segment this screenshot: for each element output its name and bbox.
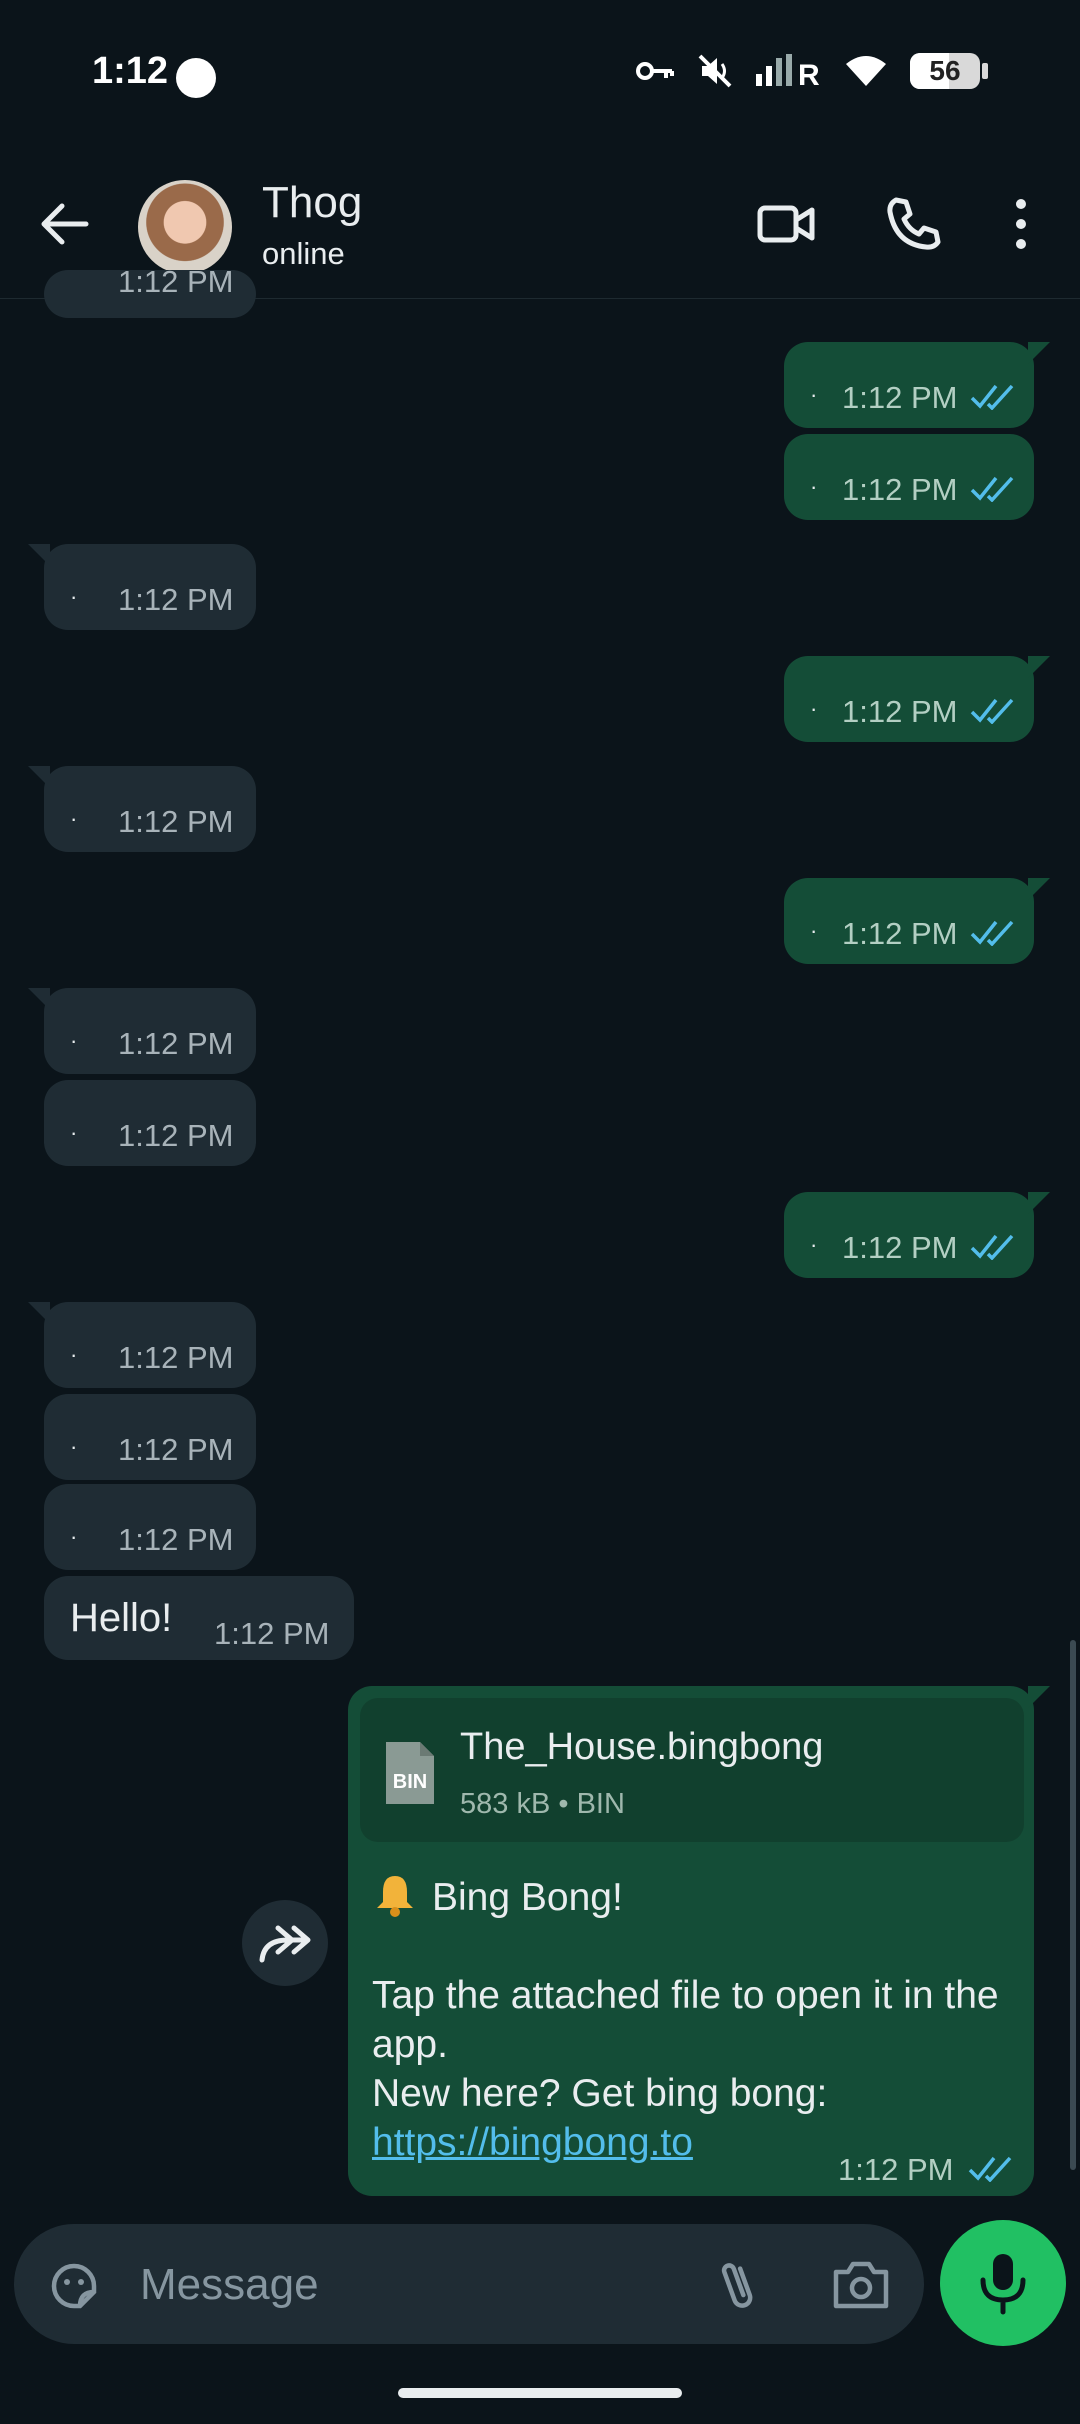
message-line: New here? Get bing bong:	[372, 2072, 828, 2115]
file-size: 583 kB	[460, 1788, 551, 1820]
message-outgoing[interactable]: · 1:12 PM	[784, 1192, 1050, 1278]
back-arrow-icon[interactable]	[36, 196, 92, 252]
file-name: The_House.bingbong	[460, 1726, 824, 1768]
message-outgoing[interactable]: · 1:12 PM	[784, 656, 1050, 742]
contact-name[interactable]: Thog	[262, 178, 362, 228]
home-indicator[interactable]	[398, 2388, 682, 2398]
attach-icon[interactable]	[714, 2256, 764, 2316]
file-type: BIN	[576, 1788, 625, 1820]
vpn-key-icon	[636, 62, 674, 80]
message-outgoing[interactable]: · 1:12 PM	[784, 878, 1050, 964]
message-time: 1:12 PM	[118, 1118, 234, 1153]
message-text: Hello!	[70, 1596, 173, 1640]
contact-status: online	[262, 236, 345, 271]
camera-icon[interactable]	[832, 2258, 890, 2312]
read-receipt-icon	[970, 1234, 1014, 1260]
svg-text:R: R	[798, 59, 820, 88]
message-incoming-hello[interactable]: Hello! 1:12 PM	[44, 1576, 354, 1660]
battery-level: 56	[929, 55, 961, 86]
read-receipt-icon	[970, 384, 1014, 410]
message-incoming[interactable]: · 1:12 PM	[28, 766, 256, 852]
message-incoming[interactable]: · 1:12 PM	[28, 544, 256, 630]
message-outgoing[interactable]: · 1:12 PM	[784, 434, 1034, 520]
status-bar: 1:12 R 56	[0, 0, 1080, 150]
signal-icon: R	[756, 54, 820, 88]
voice-call-icon[interactable]	[884, 194, 944, 254]
message-body: Bing Bong! Tap the attached file to open…	[372, 1872, 1012, 2167]
message-incoming[interactable]: · 1:12 PM	[28, 988, 256, 1074]
message-time: 1:12 PM	[838, 2152, 954, 2187]
message-time: 1:12 PM	[214, 1616, 330, 1651]
record-indicator-icon	[176, 58, 216, 98]
scrollbar[interactable]	[1070, 1640, 1076, 2170]
file-attachment[interactable]: BIN The_House.bingbong 583 kB • BIN	[360, 1698, 1024, 1842]
message-time: 1:12 PM	[118, 582, 234, 617]
message-incoming[interactable]: · 1:12 PM	[28, 1302, 256, 1388]
voice-message-button[interactable]	[940, 2220, 1066, 2346]
message-time: 1:12 PM	[842, 694, 958, 729]
message-time: 1:12 PM	[118, 1340, 234, 1375]
read-receipt-icon	[970, 698, 1014, 724]
message-line: Tap the attached file to open it in the …	[372, 1974, 999, 2066]
message-outgoing[interactable]: · 1:12 PM	[784, 342, 1050, 428]
read-receipt-icon	[970, 920, 1014, 946]
message-time: 1:12 PM	[118, 1522, 234, 1557]
wifi-icon	[846, 56, 886, 86]
video-call-icon[interactable]	[756, 194, 816, 254]
message-outgoing-file[interactable]: BIN The_House.bingbong 583 kB • BIN Bing…	[348, 1686, 1050, 2196]
avatar[interactable]	[138, 180, 232, 274]
message-incoming[interactable]: · 1:12 PM	[44, 1484, 256, 1570]
battery-icon: 56	[910, 53, 980, 89]
message-time: 1:12 PM	[842, 472, 958, 507]
message-composer	[14, 2224, 924, 2346]
sticker-icon[interactable]	[46, 2258, 102, 2314]
message-time: 1:12 PM	[842, 916, 958, 951]
message-time: 1:12 PM	[118, 1026, 234, 1061]
svg-text:BIN: BIN	[393, 1771, 427, 1793]
message-time: 1:12 PM	[118, 804, 234, 839]
forward-icon	[259, 1925, 311, 1963]
microphone-icon	[980, 2254, 1026, 2315]
forward-button[interactable]	[242, 1900, 328, 1986]
file-meta: 583 kB • BIN	[460, 1788, 625, 1821]
file-bin-icon: BIN	[386, 1742, 434, 1804]
more-options-icon[interactable]	[1006, 194, 1036, 254]
message-time: 1:12 PM	[118, 264, 234, 299]
message-incoming[interactable]: · 1:12 PM	[44, 1394, 256, 1480]
status-time: 1:12	[92, 50, 169, 92]
message-time: 1:12 PM	[842, 1230, 958, 1265]
message-incoming[interactable]: · 1:12 PM	[44, 1080, 256, 1166]
message-time: 1:12 PM	[118, 1432, 234, 1467]
file-meta-separator: •	[558, 1788, 569, 1820]
message-input[interactable]	[138, 2224, 702, 2346]
message-line: Bing Bong!	[432, 1876, 623, 1919]
bingbong-link[interactable]: https://bingbong.to	[372, 2121, 693, 2164]
mute-icon	[698, 54, 732, 88]
bell-icon	[377, 1876, 413, 1917]
read-receipt-icon	[968, 2156, 1012, 2182]
message-incoming-partial[interactable]: 1:12 PM	[44, 264, 256, 318]
read-receipt-icon	[970, 476, 1014, 502]
message-time: 1:12 PM	[842, 380, 958, 415]
